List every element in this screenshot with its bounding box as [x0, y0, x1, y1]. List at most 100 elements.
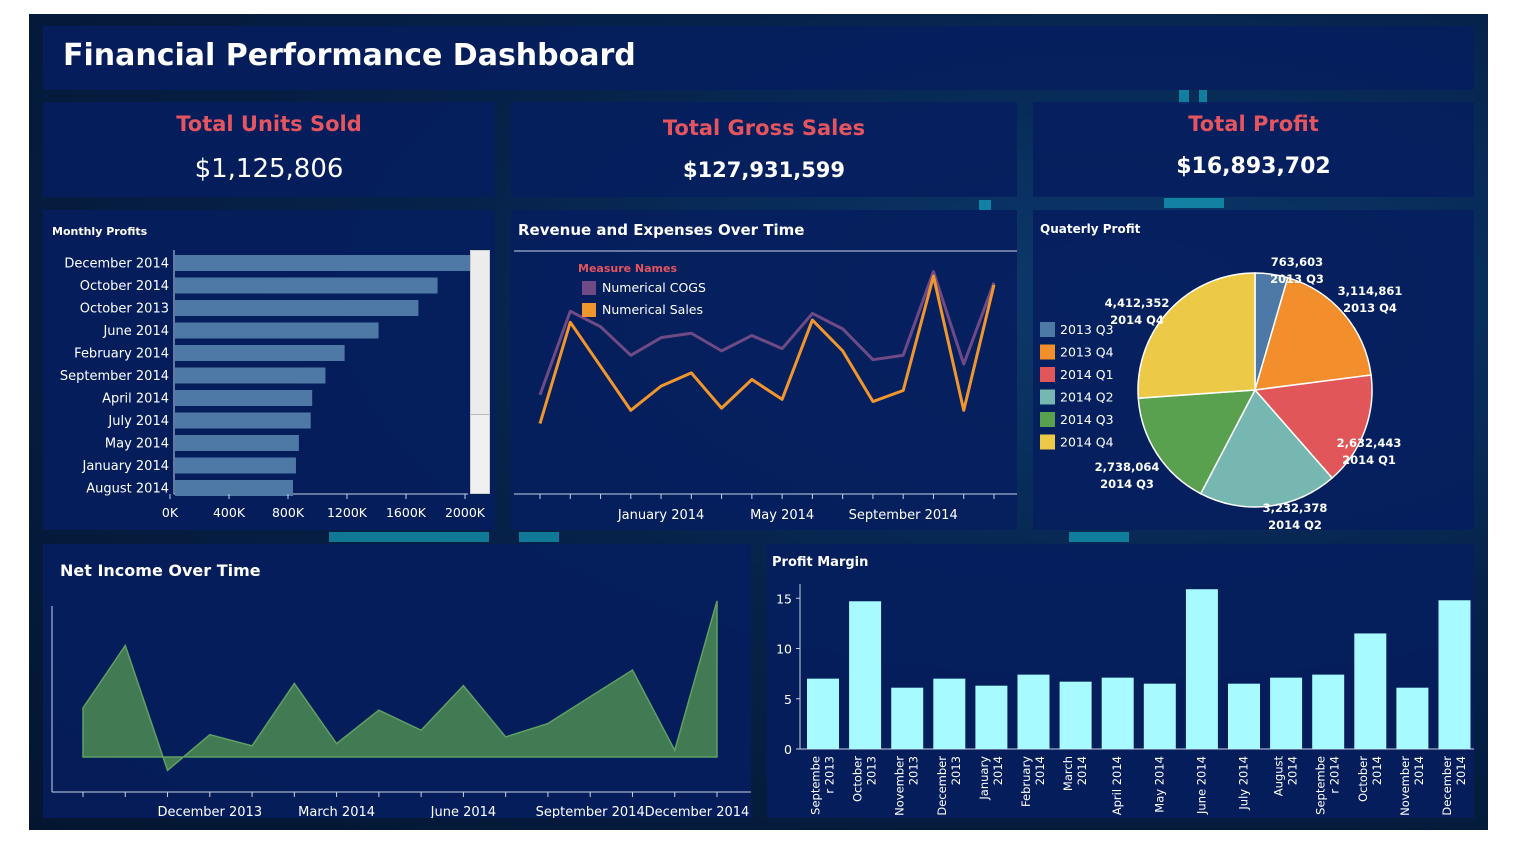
kpi-card-profit: Total Profit $16,893,702 — [1033, 102, 1474, 197]
legend-swatch — [1040, 389, 1055, 405]
category-label: August 2014 — [86, 482, 169, 497]
bar — [1438, 600, 1471, 749]
x-tick-label: Septembe — [1314, 756, 1328, 815]
bar — [175, 435, 299, 451]
x-tick-label: 2014 — [991, 756, 1005, 785]
slice-value-label: 2,632,443 — [1337, 436, 1402, 450]
revenue-expenses-chart: January 2014 May 2014 September 2014 Measur… — [514, 250, 1017, 523]
category-label: December 2014 — [64, 257, 169, 272]
bar — [891, 687, 924, 749]
bar — [175, 390, 313, 406]
x-tick-label: December — [1440, 756, 1454, 816]
bar — [1185, 589, 1218, 749]
quarterly-profit-panel: Quaterly Profit 763,603 2013 Q3 3,114,861 2… — [1033, 210, 1474, 530]
bar — [175, 255, 476, 271]
x-tick-label: November — [1398, 756, 1412, 816]
legend-label: 2014 Q3 — [1060, 412, 1114, 427]
background-candle — [979, 200, 991, 210]
category-label: July 2014 — [107, 414, 169, 429]
y-tick-label: 15 — [776, 591, 792, 606]
x-tick-label: 800K — [272, 505, 305, 520]
background-candle — [329, 532, 489, 542]
background-candle — [519, 532, 559, 542]
slice-category-label: 2014 Q3 — [1100, 477, 1154, 491]
slice-category-label: 2013 Q4 — [1343, 301, 1397, 315]
bar — [175, 457, 296, 474]
y-tick-label: 10 — [776, 642, 792, 657]
slice-value-label: 4,412,352 — [1105, 296, 1170, 310]
legend-swatch — [582, 303, 596, 317]
header-bar: Financial Performance Dashboard — [43, 26, 1474, 90]
x-tick-label: July 2014 — [1237, 756, 1251, 811]
x-tick-label: December 2014 — [645, 805, 750, 818]
legend-title: Measure Names — [578, 262, 677, 275]
category-label: September 2014 — [60, 369, 169, 384]
x-tick-label: April 2014 — [1110, 756, 1124, 815]
legend-label: 2013 Q3 — [1060, 322, 1114, 337]
x-tick-label: r 2014 — [1328, 756, 1342, 794]
x-tick-label: 1200K — [327, 505, 368, 520]
x-tick-label: June 2014 — [1194, 756, 1208, 815]
scrollbar-thumb[interactable] — [471, 251, 489, 415]
bar — [175, 322, 379, 339]
bar — [1059, 681, 1092, 749]
x-tick-label: 2014 — [1454, 756, 1468, 785]
slice-value-label: 2,738,064 — [1095, 460, 1160, 474]
category-label: October 2014 — [80, 279, 169, 294]
x-tick-label: August — [1272, 756, 1286, 797]
x-tick-label: November — [893, 756, 907, 816]
legend-label: 2014 Q4 — [1060, 435, 1114, 450]
category-label: January 2014 — [82, 459, 170, 474]
x-tick-label: 2014 — [1075, 756, 1089, 785]
x-tick-label: 2014 — [1370, 756, 1384, 785]
x-tick-label: October — [1356, 756, 1370, 802]
legend-label: 2013 Q4 — [1060, 345, 1114, 360]
scrollbar[interactable] — [470, 250, 490, 494]
x-tick-label: December 2013 — [157, 805, 262, 818]
kpi-value: $1,125,806 — [194, 154, 344, 184]
revenue-expenses-panel: Revenue and Expenses Over Time January 2… — [511, 210, 1017, 530]
x-tick-label: 2014 — [1412, 756, 1426, 785]
bar — [175, 345, 345, 361]
bar — [849, 601, 882, 749]
x-tick-label: 2014 — [1033, 756, 1047, 785]
legend-label: 2014 Q2 — [1060, 390, 1114, 405]
slice-category-label: 2014 Q1 — [1342, 453, 1396, 467]
category-label: June 2014 — [102, 324, 169, 339]
background-candle — [1069, 532, 1129, 542]
kpi-title: Total Profit — [1188, 112, 1319, 136]
x-tick-label: 2000K — [445, 505, 486, 520]
kpi-card-units: Total Units Sold $1,125,806 — [43, 102, 495, 197]
bar — [1312, 674, 1345, 749]
slice-category-label: 2014 Q2 — [1268, 518, 1322, 530]
kpi-card-gross-sales: Total Gross Sales $127,931,599 — [511, 102, 1017, 197]
page-title: Financial Performance Dashboard — [63, 38, 636, 73]
legend-label: 2014 Q1 — [1060, 367, 1114, 382]
kpi-value: $127,931,599 — [682, 158, 846, 182]
x-tick-label: September 2014 — [536, 805, 645, 818]
legend-label: Numerical COGS — [602, 280, 706, 295]
bar — [1354, 633, 1387, 749]
x-tick-label: February — [1019, 756, 1033, 807]
area-fill — [82, 600, 718, 772]
bar — [975, 685, 1008, 749]
bar — [175, 367, 326, 384]
x-tick-label: 0K — [162, 505, 179, 520]
category-label: February 2014 — [74, 347, 169, 362]
bar — [175, 300, 419, 316]
net-income-panel: Net Income Over Time December 2013 March … — [43, 544, 751, 818]
x-tick-label: 400K — [213, 505, 246, 520]
y-tick-label: 0 — [784, 742, 792, 757]
slice-value-label: 3,232,378 — [1263, 501, 1328, 515]
category-label: April 2014 — [102, 392, 169, 407]
quarterly-profit-chart: 763,603 2013 Q3 3,114,861 2013 Q4 2,632,443 2… — [1040, 255, 1403, 530]
kpi-value: $16,893,702 — [1176, 154, 1331, 179]
slice-value-label: 3,114,861 — [1338, 284, 1403, 298]
x-tick-label: January 2014 — [617, 508, 705, 523]
kpi-title: Total Gross Sales — [662, 116, 866, 140]
pie-slice — [1137, 272, 1256, 400]
legend-swatch — [1040, 322, 1055, 337]
background-candle — [1164, 198, 1224, 208]
kpi-title: Total Units Sold — [176, 112, 362, 136]
x-tick-label: May 2014 — [1152, 756, 1166, 813]
